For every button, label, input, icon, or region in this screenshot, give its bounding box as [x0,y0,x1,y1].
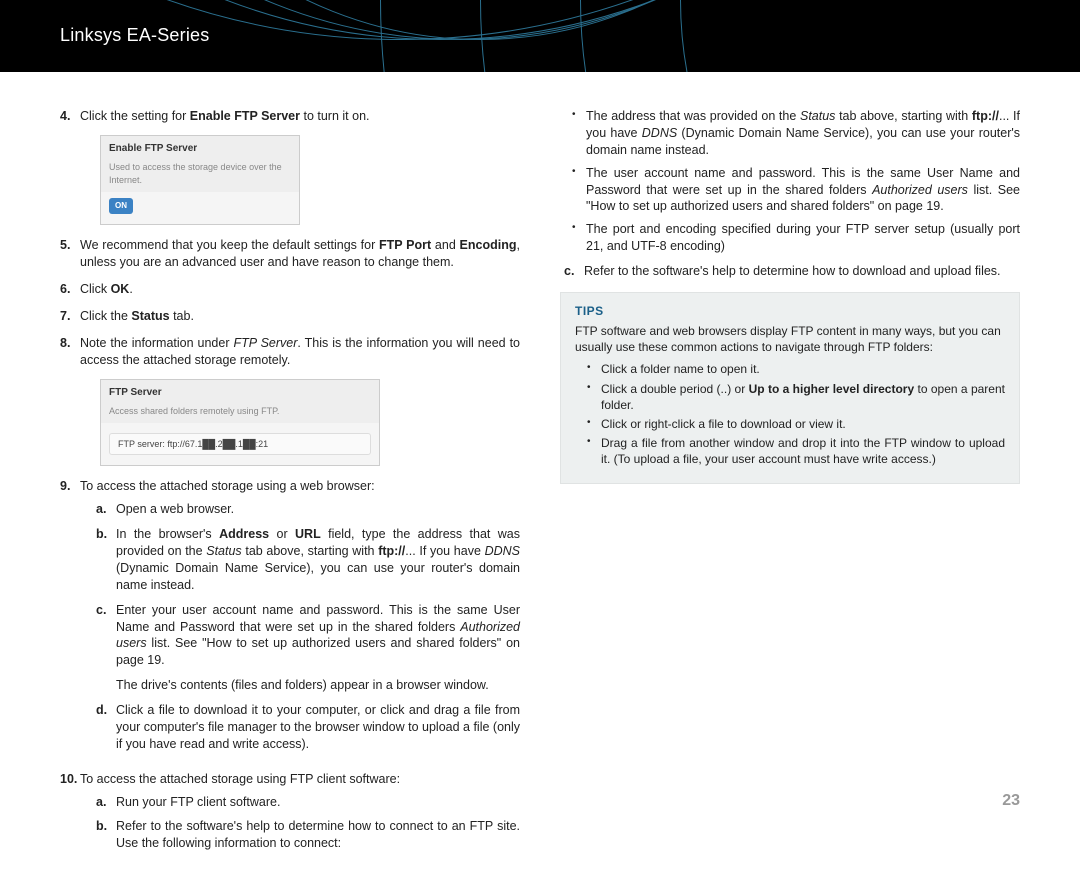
step-number: 10. [60,771,80,861]
page-number: 23 [1002,792,1020,810]
header-title: Linksys EA-Series [60,25,209,46]
screenshot-title: Enable FTP Server [101,136,299,162]
substep-letter: b. [96,818,116,852]
substep-text: Refer to the software's help to determin… [584,263,1020,280]
step-text: Click the setting for Enable FTP Server … [80,108,520,125]
page-header: Linksys EA-Series [0,0,1080,72]
toggle-on: ON [109,198,133,215]
tips-intro: FTP software and web browsers display FT… [575,323,1005,355]
tips-item: Click a double period (..) or Up to a hi… [601,381,1005,413]
step-number: 9. [60,478,80,760]
step-text: Click the Status tab. [80,308,520,325]
bullet-item: The address that was provided on the Sta… [586,108,1020,159]
tips-item: Click or right-click a file to download … [601,416,1005,432]
ftp-address-field: FTP server: ftp://67.1██.2██.1██:21 [109,433,371,455]
tips-heading: TIPS [575,303,1005,319]
step-text: Click OK. [80,281,520,298]
tips-item: Drag a file from another window and drop… [601,435,1005,467]
substep-text: Enter your user account name and passwor… [116,602,520,694]
right-column: The address that was provided on the Sta… [560,108,1020,870]
substep-text: Click a file to download it to your comp… [116,702,520,753]
step-text: To access the attached storage using a w… [80,478,520,760]
step-number: 4. [60,108,80,125]
substep-letter: a. [96,501,116,518]
step-number: 7. [60,308,80,325]
substep-letter: c. [96,602,116,694]
substep-text: In the browser's Address or URL field, t… [116,526,520,594]
screenshot-subtitle: Used to access the storage device over t… [101,161,299,191]
substep-letter: a. [96,794,116,811]
step-number: 5. [60,237,80,271]
step-number: 6. [60,281,80,298]
step-text: Note the information under FTP Server. T… [80,335,520,369]
step-text: We recommend that you keep the default s… [80,237,520,271]
tips-item: Click a folder name to open it. [601,361,1005,377]
screenshot-subtitle: Access shared folders remotely using FTP… [101,405,379,423]
ftp-server-screenshot: FTP Server Access shared folders remotel… [100,379,380,467]
substep-text: Open a web browser. [116,501,520,518]
substep-letter: d. [96,702,116,753]
page-content: 4. Click the setting for Enable FTP Serv… [0,72,1080,870]
enable-ftp-screenshot: Enable FTP Server Used to access the sto… [100,135,300,226]
bullet-item: The user account name and password. This… [586,165,1020,216]
substep-letter: c. [564,263,584,280]
substep-text: Run your FTP client software. [116,794,520,811]
left-column: 4. Click the setting for Enable FTP Serv… [60,108,520,870]
bullet-item: The port and encoding specified during y… [586,221,1020,255]
step-text: To access the attached storage using FTP… [80,771,520,861]
substep-letter: b. [96,526,116,594]
screenshot-title: FTP Server [101,380,379,406]
substep-text: Refer to the software's help to determin… [116,818,520,852]
step-number: 8. [60,335,80,369]
tips-callout: TIPS FTP software and web browsers displ… [560,292,1020,484]
